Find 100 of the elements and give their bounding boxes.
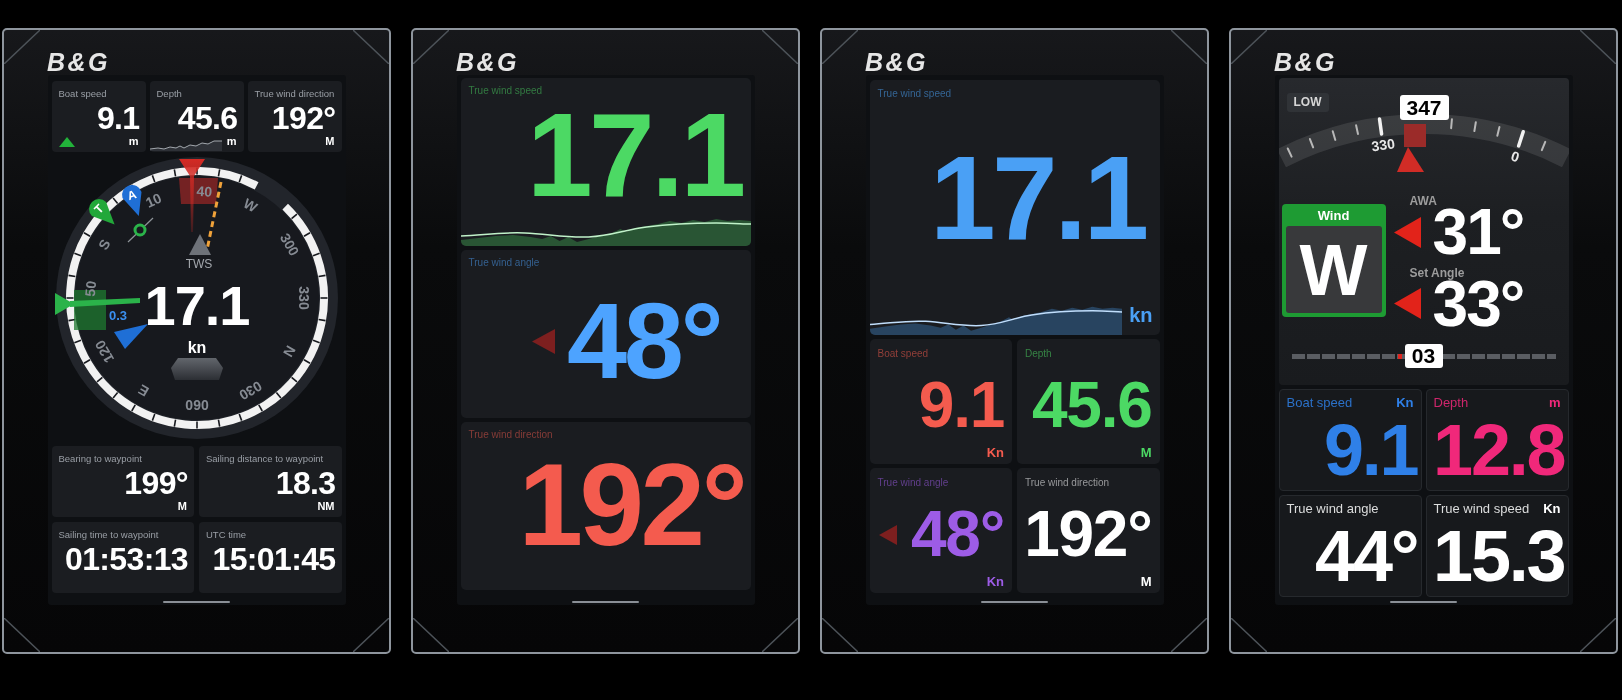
tile-value: 01:53:13 bbox=[65, 547, 188, 573]
bezel-corner-line bbox=[4, 30, 40, 64]
tile-value: 12.8 bbox=[1433, 422, 1565, 480]
bezel-corner-line bbox=[822, 30, 858, 64]
tile-unit: Kn bbox=[1396, 395, 1414, 411]
tile-value: 192° bbox=[518, 459, 745, 552]
tile-value: 199° bbox=[124, 471, 188, 497]
tile-unit: m bbox=[128, 136, 139, 147]
home-indicator[interactable] bbox=[163, 601, 230, 603]
marker-letter: T bbox=[90, 201, 107, 217]
tile-value: 45.6 bbox=[1032, 380, 1152, 432]
pointer-icon bbox=[1396, 124, 1426, 172]
triangle-icon bbox=[113, 324, 148, 349]
dial-label: S bbox=[94, 236, 114, 253]
tile-label: Boat speed bbox=[877, 348, 929, 359]
tile-value: 15:01:45 bbox=[212, 547, 336, 573]
bezel-corner-line bbox=[762, 618, 798, 652]
tile-label: Sailing distance to waypoint bbox=[206, 453, 324, 464]
speed-value: 17.1 bbox=[144, 274, 249, 337]
dial-label: 030 bbox=[235, 377, 265, 404]
home-indicator[interactable] bbox=[1390, 601, 1457, 603]
tile-unit: M bbox=[177, 501, 187, 512]
heading-readout: 347 bbox=[1399, 95, 1449, 120]
tile-unit: m bbox=[1548, 395, 1561, 411]
dial-label: E bbox=[134, 381, 152, 400]
tile-unit: M bbox=[1140, 446, 1152, 459]
dial-label: W bbox=[240, 195, 260, 216]
mode-letter: W bbox=[1285, 226, 1382, 313]
brand-logo: B&G bbox=[865, 51, 929, 73]
tile-label: Boat speed bbox=[1286, 395, 1353, 411]
tile-value: 45.6 bbox=[177, 106, 238, 132]
tile-label: True wind angle bbox=[1286, 501, 1379, 517]
tile-unit: Kn bbox=[986, 575, 1004, 588]
speed-title: TWS bbox=[185, 257, 212, 271]
tile-value: 192° bbox=[1024, 509, 1152, 561]
brand-logo: B&G bbox=[47, 51, 111, 73]
tile-label: True wind angle bbox=[877, 477, 949, 488]
triangle-up-icon bbox=[58, 137, 75, 147]
rudder-readout: 03 bbox=[1404, 344, 1443, 368]
triangle-left-icon bbox=[1393, 288, 1421, 320]
tile-value: 48° bbox=[911, 509, 1004, 561]
hexagon-icon bbox=[170, 358, 223, 380]
tile-label: True wind direction bbox=[1025, 477, 1110, 488]
tile-value: 9.1 bbox=[96, 106, 140, 132]
mode-title: Wind bbox=[1317, 208, 1350, 224]
tile-label: True wind speed bbox=[877, 88, 952, 99]
reading-label: AWA bbox=[1409, 195, 1437, 207]
marker-value: 0.3 bbox=[108, 308, 127, 323]
tile-unit: Kn bbox=[986, 446, 1004, 459]
triangle-up-icon bbox=[188, 234, 211, 255]
tile-value: 192° bbox=[271, 106, 336, 132]
bezel-corner-line bbox=[413, 30, 449, 64]
bezel-corner-line bbox=[1171, 618, 1207, 652]
scale-label: 0 bbox=[1508, 147, 1521, 166]
bezel-corner-line bbox=[1231, 618, 1267, 652]
bezel-corner-line bbox=[1171, 30, 1207, 64]
bezel-corner-line bbox=[1580, 30, 1616, 64]
tile-label: True wind speed bbox=[468, 85, 543, 96]
tile-label: Depth bbox=[1025, 348, 1052, 359]
tile-value: 9.1 bbox=[1323, 422, 1418, 480]
response-badge: LOW bbox=[1286, 93, 1329, 112]
dial-label: 300 bbox=[276, 230, 302, 259]
tile-label: True wind angle bbox=[468, 257, 540, 268]
dial-label: N bbox=[279, 343, 299, 360]
brand-logo: B&G bbox=[1274, 51, 1338, 73]
triangle-left-icon bbox=[531, 328, 555, 354]
tile-value: 44° bbox=[1315, 528, 1418, 586]
bezel-corner-line bbox=[1231, 30, 1267, 64]
dial-label: 120 bbox=[91, 337, 117, 366]
tile-label: Depth bbox=[1433, 395, 1469, 411]
tile-value: 48° bbox=[566, 298, 721, 385]
dial-label: 330 bbox=[295, 286, 312, 310]
brand-logo: B&G bbox=[456, 51, 520, 73]
tile-unit: kn bbox=[1129, 305, 1153, 325]
tile-label: True wind speed bbox=[1433, 501, 1530, 517]
bezel-corner-line bbox=[353, 618, 389, 652]
bezel-corner-line bbox=[413, 618, 449, 652]
home-indicator[interactable] bbox=[572, 601, 639, 603]
marker-letter: A bbox=[125, 187, 138, 203]
dial-label: 40 bbox=[195, 182, 213, 200]
bezel-corner-line bbox=[353, 30, 389, 64]
home-indicator[interactable] bbox=[981, 601, 1048, 603]
reading-label: Set Angle bbox=[1409, 266, 1465, 279]
tile-label: True wind direction bbox=[468, 429, 553, 440]
dial-label: 50 bbox=[81, 280, 99, 298]
tile-unit: NM bbox=[317, 501, 335, 512]
wind-mode-panel[interactable]: Wind W bbox=[1281, 204, 1386, 317]
bezel-corner-line bbox=[4, 618, 40, 652]
scale-label: 330 bbox=[1369, 135, 1396, 155]
tile-unit: m bbox=[226, 136, 237, 147]
triangle-left-icon bbox=[878, 524, 897, 545]
tile-unit: Kn bbox=[1543, 501, 1561, 517]
tile-value: 15.3 bbox=[1433, 528, 1565, 586]
tile-value: 17.1 bbox=[930, 151, 1146, 246]
tile-label: True wind direction bbox=[254, 88, 335, 99]
tile-value: 9.1 bbox=[918, 380, 1004, 432]
tile-value: 17.1 bbox=[527, 108, 743, 203]
reading-value: 33° bbox=[1432, 279, 1524, 329]
speed-unit: kn bbox=[187, 339, 206, 356]
tile-unit: M bbox=[1140, 575, 1152, 588]
